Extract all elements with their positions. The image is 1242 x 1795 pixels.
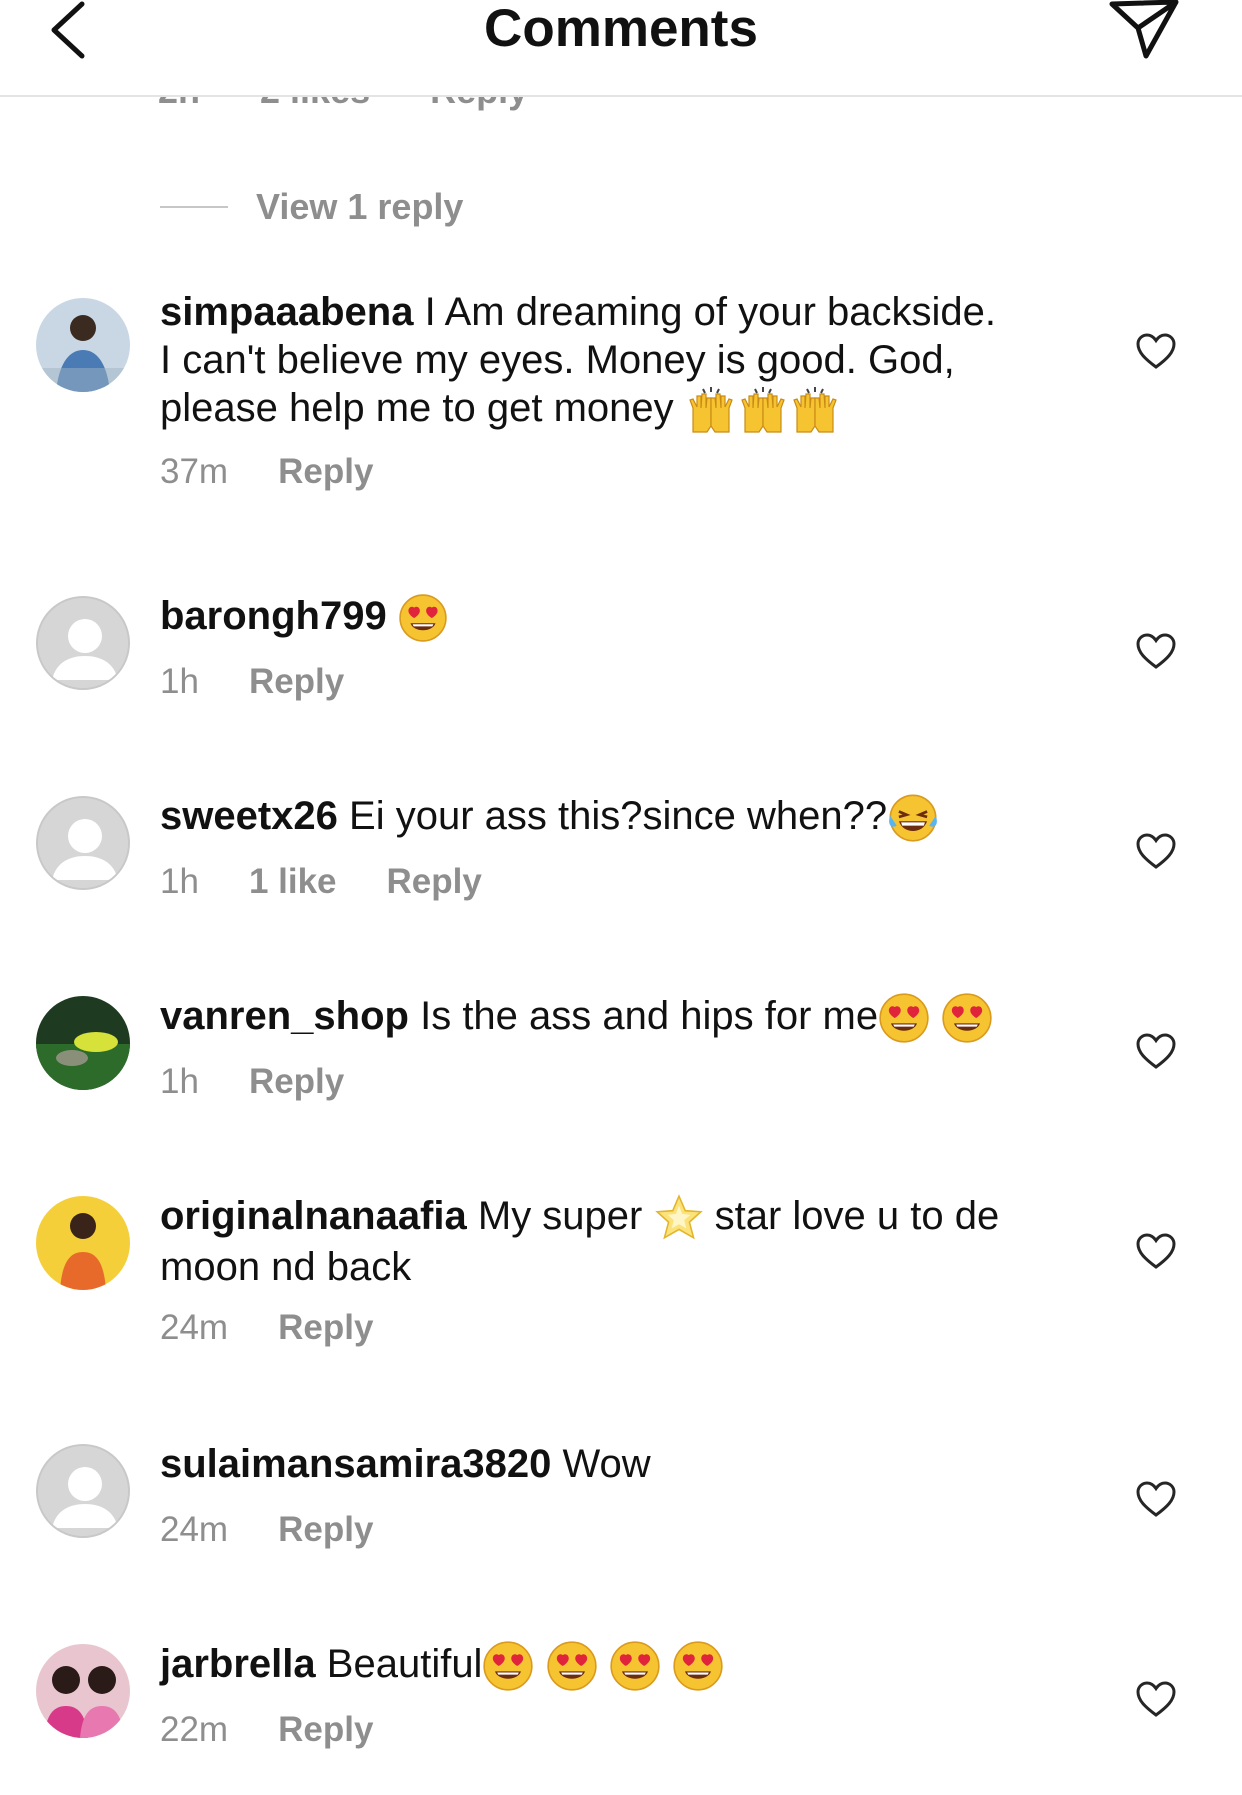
comment-username[interactable]: simpaaabena — [160, 290, 413, 334]
raising-hands-icon — [685, 386, 737, 434]
avatar[interactable] — [36, 1444, 130, 1538]
reply-button[interactable]: Reply — [278, 1308, 373, 1348]
comment-body: simpaaabena I Am dreaming of your backsi… — [160, 288, 1080, 434]
header-bar: Comments — [0, 0, 1242, 97]
reply-button[interactable]: Reply — [249, 662, 344, 702]
heart-icon[interactable] — [1135, 632, 1177, 670]
comment-time: 1h — [160, 662, 199, 701]
comment-meta: 1h 1 like Reply — [160, 862, 532, 902]
comment-username[interactable]: sulaimansamira3820 — [160, 1442, 551, 1486]
comment-time: 1h — [160, 862, 199, 901]
comment-meta: 1h Reply — [160, 662, 394, 702]
comment-body: barongh799 — [160, 592, 1080, 643]
view-replies-label[interactable]: View 1 reply — [256, 186, 463, 228]
comment-text: My super — [477, 1194, 643, 1238]
comment-username[interactable]: jarbrella — [160, 1642, 316, 1686]
comment-text: please help me to get money — [160, 386, 674, 430]
avatar[interactable] — [36, 796, 130, 890]
heart-eyes-icon — [482, 1640, 534, 1692]
comment-time: 22m — [160, 1710, 229, 1749]
comment-text: Wow — [562, 1442, 651, 1486]
comment-meta: 22m Reply — [160, 1710, 423, 1750]
comment-body: sulaimansamira3820 Wow — [160, 1440, 1080, 1488]
heart-eyes-icon — [878, 992, 930, 1044]
avatar[interactable] — [36, 996, 130, 1090]
comment-text: Ei your ass this?since when?? — [349, 794, 888, 838]
comment-username[interactable]: barongh799 — [160, 594, 387, 638]
comment-text: Is the ass and hips for me — [420, 994, 879, 1038]
page-title: Comments — [484, 0, 758, 58]
comment-body: jarbrella Beautiful — [160, 1640, 1080, 1692]
comment-time: 1h — [160, 1062, 199, 1101]
comment-username[interactable]: originalnanaafia — [160, 1194, 467, 1238]
reply-button[interactable]: Reply — [278, 452, 373, 492]
reply-button[interactable]: Reply — [249, 1062, 344, 1102]
tears-of-joy-icon — [887, 792, 939, 844]
avatar[interactable] — [36, 1196, 130, 1290]
comment-body: sweetx26 Ei your ass this?since when?? — [160, 792, 1080, 844]
comment-meta: 24m Reply — [160, 1308, 423, 1348]
comment-username[interactable]: vanren_shop — [160, 994, 409, 1038]
comment-text: Beautiful — [326, 1642, 483, 1686]
comment-meta: 37m Reply — [160, 452, 423, 492]
heart-eyes-icon — [672, 1640, 724, 1692]
heart-icon[interactable] — [1135, 332, 1177, 370]
heart-icon[interactable] — [1135, 1480, 1177, 1518]
glowing-star-icon — [654, 1193, 704, 1243]
reply-divider — [160, 206, 228, 208]
heart-icon[interactable] — [1135, 1032, 1177, 1070]
comment-meta: 24m Reply — [160, 1510, 423, 1550]
heart-eyes-icon — [398, 593, 448, 643]
comment-meta: 1h Reply — [160, 1062, 394, 1102]
comment-text: moon nd back — [160, 1245, 412, 1290]
comment-body: originalnanaafia My super star love u to… — [160, 1192, 1080, 1291]
heart-icon[interactable] — [1135, 1680, 1177, 1718]
avatar[interactable] — [36, 1644, 130, 1738]
view-replies[interactable]: View 1 reply — [160, 186, 463, 228]
heart-icon[interactable] — [1135, 832, 1177, 870]
comment-likes[interactable]: 1 like — [249, 862, 337, 902]
heart-eyes-icon — [609, 1640, 661, 1692]
comment-time: 24m — [160, 1510, 229, 1549]
paper-plane-icon[interactable] — [1108, 0, 1180, 62]
comment-time: 37m — [160, 452, 229, 491]
heart-eyes-icon — [941, 992, 993, 1044]
comment-text: I can't believe my eyes. Money is good. … — [160, 338, 955, 382]
reply-button[interactable]: Reply — [278, 1710, 373, 1750]
avatar[interactable] — [36, 596, 130, 690]
raising-hands-icon — [737, 386, 789, 434]
reply-button[interactable]: Reply — [278, 1510, 373, 1550]
heart-icon[interactable] — [1135, 1232, 1177, 1270]
comment-username[interactable]: sweetx26 — [160, 794, 338, 838]
comment-time: 24m — [160, 1308, 229, 1347]
comment-body: vanren_shop Is the ass and hips for me — [160, 992, 1080, 1044]
comment-text: I Am dreaming of your backside. — [424, 290, 996, 334]
reply-button[interactable]: Reply — [387, 862, 482, 902]
comment-text: star love u to de — [714, 1194, 1000, 1238]
avatar[interactable] — [36, 298, 130, 392]
heart-eyes-icon — [546, 1640, 598, 1692]
raising-hands-icon — [789, 386, 841, 434]
